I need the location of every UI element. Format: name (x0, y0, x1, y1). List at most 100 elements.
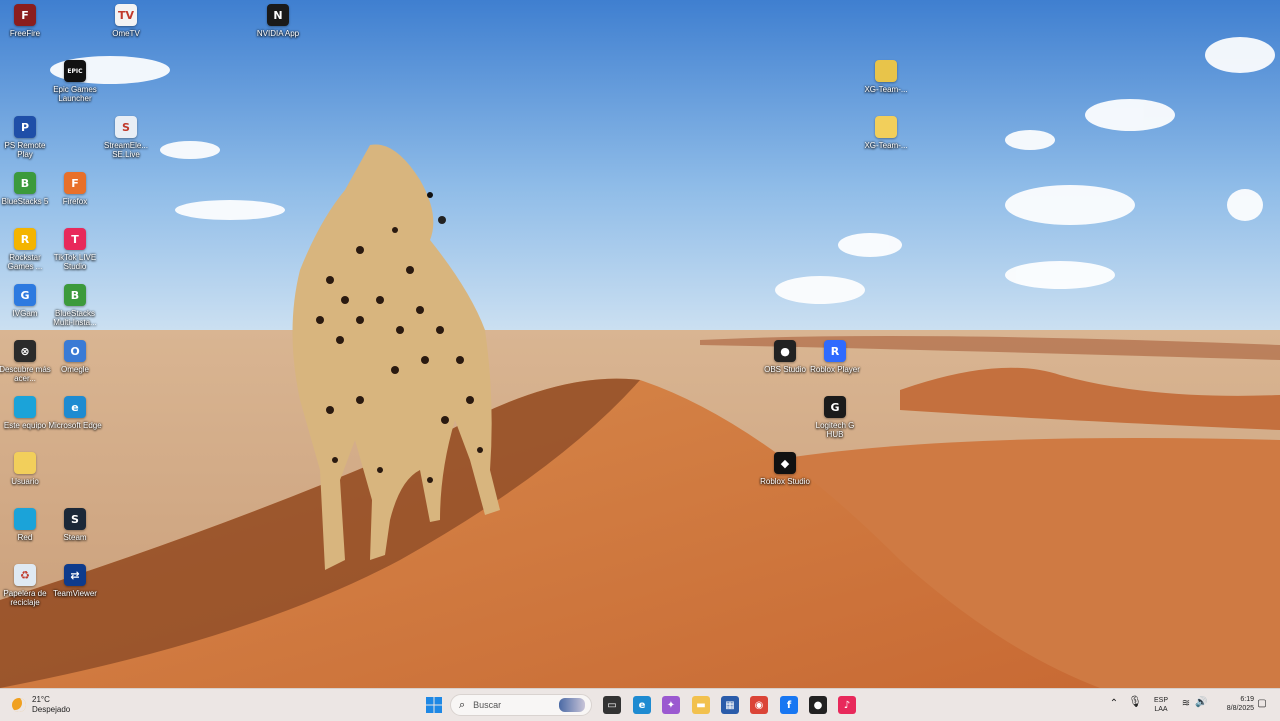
ps-remote-play-icon: P (14, 116, 36, 138)
wifi-icon[interactable]: ≋ (1180, 699, 1192, 709)
desktop-icon-firefox[interactable]: F Firefox (47, 172, 103, 206)
desktop-icon-ometv[interactable]: TV OmeTV (98, 4, 154, 38)
desktop-icon-label: XG-Team-... (864, 141, 908, 150)
desktop-icon-label: Red (17, 533, 33, 542)
weather-condition: Despejado (32, 705, 71, 714)
copilot-taskbar-button[interactable]: ✦ (662, 696, 680, 714)
search-placeholder: Buscar (473, 700, 502, 710)
desktop-icon-label: Este equipo (3, 421, 47, 430)
taskbar: 21°C Despejado ⌕ Buscar ▭ e ✦ ▬ ▦ ◉ f ● ♪ ⌃ 🎙 ES… (0, 688, 1280, 721)
desktop-icon-teamviewer[interactable]: ⇄ TeamViewer (47, 564, 103, 598)
store-taskbar-button[interactable]: ▦ (721, 696, 739, 714)
this-pc-icon (14, 396, 36, 418)
desktop-icon-label: OmeTV (112, 29, 140, 38)
desktop-icon-folder[interactable]: XG-Team-... (858, 116, 914, 150)
desktop-icon-label: PS Remote Play (4, 141, 46, 159)
facebook-taskbar-button[interactable]: f (780, 696, 798, 714)
desktop-icon-label: Omegle (60, 365, 89, 374)
bluestacks-icon: B (14, 172, 36, 194)
desktop-icon-label: BlueStacks Multi-Insta... (53, 309, 97, 327)
roblox-player-icon: R (824, 340, 846, 362)
desktop-icon-roblox-player[interactable]: R Roblox Player (807, 340, 863, 374)
desktop-icon-rockstar[interactable]: R Rockstar Games ... (0, 228, 53, 271)
desktop-icon-roblox-studio[interactable]: ◆ Roblox Studio (757, 452, 813, 486)
show-hidden-icons-chevron-icon[interactable]: ⌃ (1108, 699, 1120, 709)
desktop-icon-obs[interactable]: ● OBS Studio (757, 340, 813, 374)
volume-icon[interactable]: 🔊 (1195, 698, 1207, 708)
desktop-icon-label: Roblox Studio (760, 477, 810, 486)
clock-time: 6:19 (1240, 696, 1254, 703)
chrome-taskbar-button[interactable]: ◉ (750, 696, 768, 714)
desktop-icon-label: TikTok LIVE Studio (53, 253, 97, 271)
desktop-icon-label: Microsoft Edge (48, 421, 102, 430)
desktop-icon-label: Descubre más acer... (0, 365, 51, 383)
task-view-button[interactable]: ▭ (603, 696, 621, 714)
desktop-icon-ps-remote-play[interactable]: P PS Remote Play (0, 116, 53, 159)
desktop-icon-nvidia[interactable]: N NVIDIA App (250, 4, 306, 38)
task-view-icon: ▭ (607, 699, 617, 711)
tiktok-taskbar-button[interactable]: ♪ (838, 696, 856, 714)
input-language-indicator[interactable]: ESP LAA (1150, 696, 1172, 714)
desktop-icon-edge[interactable]: e Microsoft Edge (47, 396, 103, 430)
network-icon (14, 508, 36, 530)
desktop-icon-omegle[interactable]: O Omegle (47, 340, 103, 374)
clock[interactable]: 6:19 8/8/2025 (1214, 695, 1254, 713)
desktop-icon-discover[interactable]: ⊗ Descubre más acer... (0, 340, 53, 383)
desktop-icon-bluestacks[interactable]: B BlueStacks 5 (0, 172, 53, 206)
edge-icon: e (64, 396, 86, 418)
desktop-icon-steam[interactable]: S Steam (47, 508, 103, 542)
file-explorer-button[interactable]: ▬ (692, 696, 710, 714)
clock-date: 8/8/2025 (1226, 705, 1254, 712)
desktop-icon-label: BlueStacks 5 (1, 197, 49, 206)
microphone-icon[interactable]: 🎙 (1128, 697, 1142, 708)
omegle-icon: O (64, 340, 86, 362)
ometv-icon: TV (115, 4, 137, 26)
freefire-icon: F (14, 4, 36, 26)
teamviewer-icon: ⇄ (64, 564, 86, 586)
facebook-icon: f (786, 699, 792, 711)
rockstar-icon: R (14, 228, 36, 250)
folder-icon: ▬ (696, 699, 706, 711)
folder-icon (875, 116, 897, 138)
streamelements-icon: S (115, 116, 137, 138)
desktop-icon-label: XG-Team-... (864, 85, 908, 94)
desktop-icon-label: Papelera de reciclaje (3, 589, 47, 607)
search-input[interactable]: ⌕ Buscar (450, 694, 592, 716)
desktop-icon-this-pc[interactable]: Este equipo (0, 396, 53, 430)
desktop-icon-freefire[interactable]: F FreeFire (0, 4, 53, 38)
weather-temperature: 21°C (32, 695, 50, 704)
user-folder-icon (14, 452, 36, 474)
epic-games-icon: EPIC (64, 60, 86, 82)
desktop-icon-tiktok-live[interactable]: T TikTok LIVE Studio (47, 228, 103, 271)
desktop-icon-recycle-bin[interactable]: ♻ Papelera de reciclaje (0, 564, 53, 607)
desktop-icon-label: Firefox (62, 197, 88, 206)
desktop-icon-logitech[interactable]: G Logitech G HUB (807, 396, 863, 439)
desktop-icon-network[interactable]: Red (0, 508, 53, 542)
desktop-icon-user-folder[interactable]: Usuario (0, 452, 53, 486)
desktop-icon-label: FreeFire (9, 29, 41, 38)
desktop-icon-label: Usuario (11, 477, 39, 486)
store-icon: ▦ (725, 699, 735, 711)
logitech-icon: G (824, 396, 846, 418)
obs-taskbar-button[interactable]: ● (809, 696, 827, 714)
desktop-icon-label: NVIDIA App (256, 29, 300, 38)
desktop-icon-streamelements[interactable]: S StreamEle... SE.Live (98, 116, 154, 159)
desktop-icon-epic-games[interactable]: EPIC Epic Games Launcher (47, 60, 103, 103)
tiktok-live-icon: T (64, 228, 86, 250)
start-button[interactable] (425, 696, 443, 714)
desktop-icon-ivgam[interactable]: G IVGam (0, 284, 53, 318)
search-icon: ⌕ (459, 698, 466, 711)
desktop-icon-bluestacks-multi[interactable]: B BlueStacks Multi-Insta... (47, 284, 103, 327)
chrome-icon: ◉ (754, 699, 764, 711)
desktop-icon-label: Roblox Player (810, 365, 860, 374)
recycle-bin-icon: ♻ (14, 564, 36, 586)
folder-zip-icon (875, 60, 897, 82)
bluestacks-multi-icon: B (64, 284, 86, 306)
edge-taskbar-button[interactable]: e (633, 696, 651, 714)
desktop-icon-folder-zip[interactable]: XG-Team-... (858, 60, 914, 94)
ivgam-icon: G (14, 284, 36, 306)
obs-icon: ● (774, 340, 796, 362)
discover-icon: ⊗ (14, 340, 36, 362)
notification-bell-icon[interactable]: ▢ (1256, 699, 1268, 709)
weather-widget[interactable]: 21°C Despejado (12, 695, 70, 715)
